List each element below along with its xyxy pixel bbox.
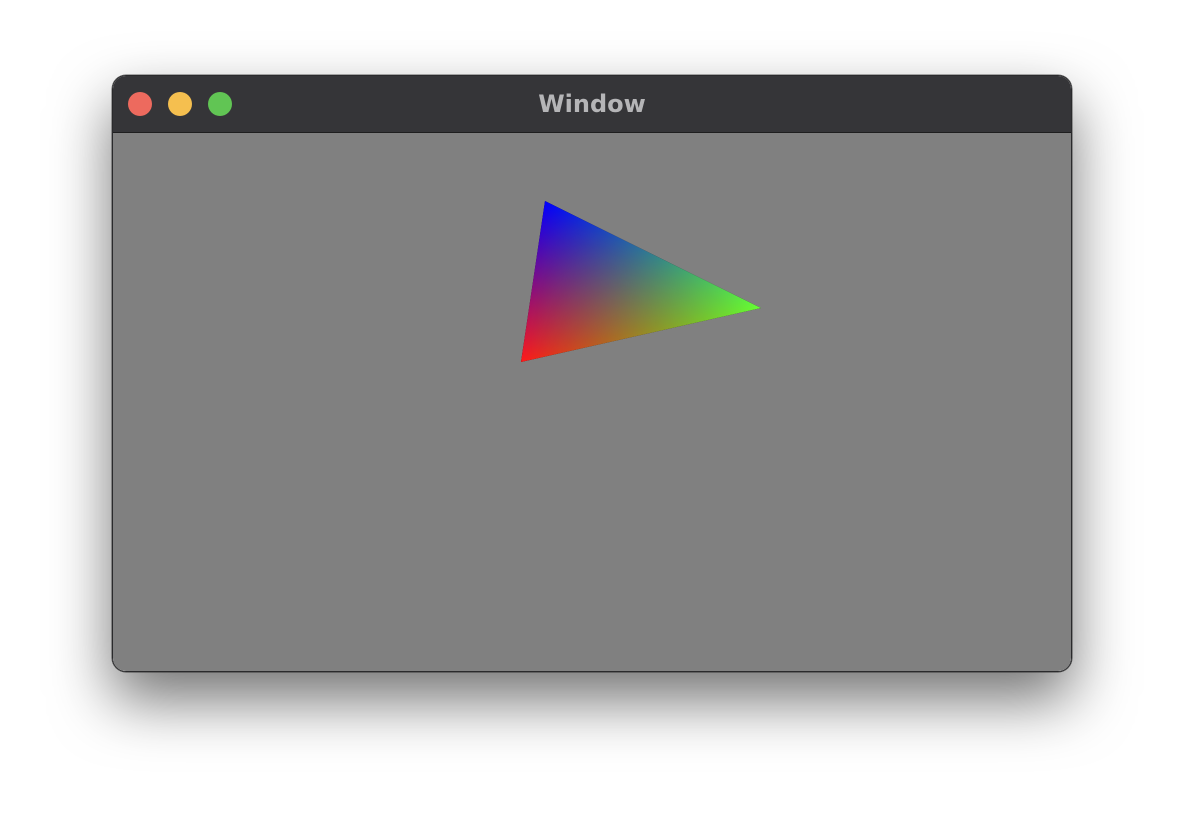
gl-canvas — [113, 133, 1071, 671]
title-bar[interactable]: Window — [113, 76, 1071, 133]
window-title: Window — [538, 90, 646, 118]
app-window: Window — [112, 75, 1072, 672]
render-canvas — [113, 133, 1071, 671]
canvas-background — [113, 133, 1071, 671]
